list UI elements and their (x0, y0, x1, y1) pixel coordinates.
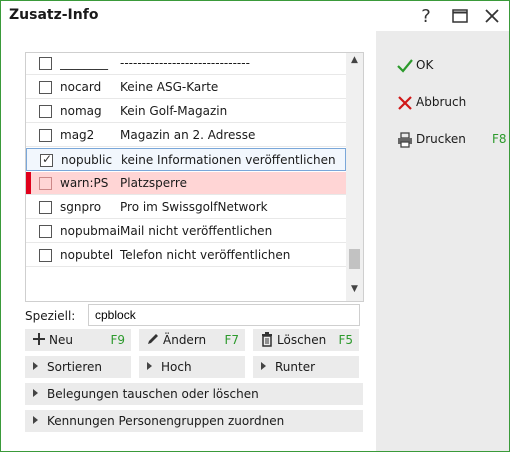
expand-arrow-icon (33, 416, 38, 424)
checkmark-icon: ✓ (42, 152, 53, 166)
trash-icon (262, 332, 272, 347)
row-code: mag2 (60, 128, 95, 142)
ok-label: OK (416, 58, 434, 72)
cancel-x-icon (398, 96, 412, 110)
runter-label: Runter (275, 360, 316, 374)
maximize-icon (452, 9, 468, 23)
row-checkbox[interactable] (39, 177, 52, 190)
sortieren-label: Sortieren (47, 360, 102, 374)
row-checkbox[interactable] (39, 249, 52, 262)
plus-icon (33, 333, 45, 345)
list-row[interactable]: nomag Kein Golf-Magazin (26, 100, 346, 123)
list-row[interactable]: sgnpro Pro im SwissgolfNetwork (26, 196, 346, 219)
row-code: warn:PS (60, 176, 109, 190)
warning-marker (26, 172, 31, 194)
main-panel: ________ ------------------------------ … (1, 31, 376, 451)
row-description: Kein Golf-Magazin (120, 104, 228, 118)
zusatz-info-window: Zusatz-Info ? ________ -----------------… (0, 0, 510, 452)
loeschen-button[interactable]: Löschen F5 (253, 329, 359, 351)
printer-icon (398, 132, 412, 148)
list-row[interactable]: mag2 Magazin an 2. Adresse (26, 124, 346, 147)
row-description: keine Informationen veröffentlichen (121, 153, 336, 167)
titlebar: Zusatz-Info ? (1, 1, 509, 31)
row-checkbox[interactable] (39, 201, 52, 214)
abbruch-button[interactable]: Abbruch (394, 92, 504, 114)
ok-button[interactable]: OK (394, 55, 504, 77)
aendern-button[interactable]: Ändern F7 (139, 329, 245, 351)
maximize-button[interactable] (447, 5, 473, 27)
row-code: ________ (60, 56, 108, 70)
row-code: nopubtel (60, 248, 114, 262)
row-description: Telefon nicht veröffentlichen (120, 248, 291, 262)
scroll-up-icon[interactable]: ▲ (346, 55, 363, 69)
neu-button[interactable]: Neu F9 (25, 329, 131, 351)
row-code: nocard (60, 80, 102, 94)
action-panel: OK Abbruch Drucken F8 (376, 31, 509, 451)
belegungen-button[interactable]: Belegungen tauschen oder löschen (25, 383, 363, 405)
row-code: nopubmai (60, 224, 120, 238)
row-code: nopublic (61, 153, 113, 167)
loeschen-shortcut: F5 (338, 333, 353, 347)
expand-arrow-icon (261, 362, 266, 370)
list-scrollbar[interactable]: ▲ ▼ (346, 53, 363, 301)
sortieren-button[interactable]: Sortieren (25, 356, 131, 378)
scrollbar-thumb[interactable] (349, 249, 360, 269)
expand-arrow-icon (33, 389, 38, 397)
row-description: Platzsperre (120, 176, 187, 190)
belegungen-label: Belegungen tauschen oder löschen (47, 387, 259, 401)
list-row[interactable]: ________ ------------------------------ (26, 53, 346, 75)
close-button[interactable] (479, 5, 505, 27)
checkmark-icon (397, 59, 413, 73)
row-checkbox[interactable] (39, 81, 52, 94)
loeschen-label: Löschen (277, 333, 327, 347)
scroll-down-icon[interactable]: ▼ (346, 284, 363, 298)
speziell-input[interactable] (88, 304, 360, 326)
row-description: Pro im SwissgolfNetwork (120, 200, 268, 214)
row-description: Magazin an 2. Adresse (120, 128, 256, 142)
hoch-label: Hoch (161, 360, 192, 374)
row-checkbox[interactable] (39, 225, 52, 238)
row-checkbox[interactable] (39, 105, 52, 118)
list-row[interactable]: nopubtel Telefon nicht veröffentlichen (26, 244, 346, 267)
list-row[interactable]: nocard Keine ASG-Karte (26, 76, 346, 99)
neu-shortcut: F9 (110, 333, 125, 347)
abbruch-label: Abbruch (416, 95, 467, 109)
aendern-shortcut: F7 (224, 333, 239, 347)
pencil-icon (148, 334, 158, 344)
speziell-label: Speziell: (25, 309, 76, 323)
kennungen-label: Kennungen Personengruppen zuordnen (47, 414, 285, 428)
list-row[interactable]: nopubmai Mail nicht veröffentlichen (26, 220, 346, 243)
close-icon (485, 9, 499, 23)
expand-arrow-icon (33, 362, 38, 370)
drucken-button[interactable]: Drucken F8 (394, 129, 507, 151)
row-description: Keine ASG-Karte (120, 80, 219, 94)
drucken-shortcut: F8 (492, 132, 507, 146)
hoch-button[interactable]: Hoch (139, 356, 245, 378)
neu-label: Neu (49, 333, 73, 347)
list-row-selected[interactable]: ✓ nopublic keine Informationen veröffent… (26, 148, 346, 171)
row-checkbox-checked[interactable]: ✓ (40, 152, 53, 167)
row-code: nomag (60, 104, 102, 118)
row-code: sgnpro (60, 200, 102, 214)
expand-arrow-icon (147, 362, 152, 370)
help-icon: ? (421, 5, 431, 27)
row-checkbox[interactable] (39, 129, 52, 142)
kennungen-button[interactable]: Kennungen Personengruppen zuordnen (25, 410, 363, 432)
zusatz-info-list: ________ ------------------------------ … (25, 52, 364, 302)
runter-button[interactable]: Runter (253, 356, 359, 378)
list-row-warning[interactable]: warn:PS Platzsperre (26, 172, 346, 195)
drucken-label: Drucken (416, 132, 466, 146)
row-description: ------------------------------ (120, 56, 250, 70)
row-checkbox[interactable] (39, 57, 52, 70)
aendern-label: Ändern (163, 333, 207, 347)
help-button[interactable]: ? (413, 5, 439, 27)
window-title: Zusatz-Info (9, 7, 99, 23)
row-description: Mail nicht veröffentlichen (120, 224, 273, 238)
